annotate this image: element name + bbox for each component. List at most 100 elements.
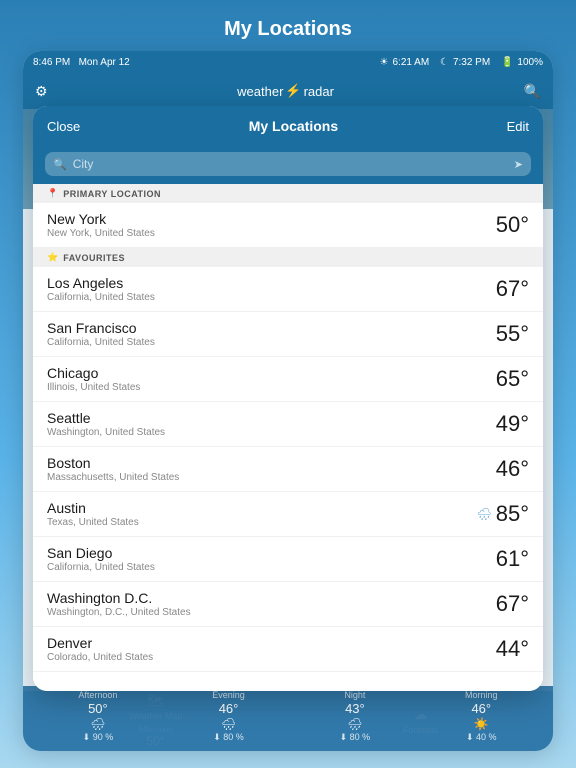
favourites-section-header: ⭐ FAVOURITES xyxy=(33,248,543,267)
location-name-1: San Francisco xyxy=(47,320,155,336)
primary-section-label: PRIMARY LOCATION xyxy=(63,189,161,199)
location-temp-area-4: 46° xyxy=(496,456,529,482)
modal-header: Close My Locations Edit xyxy=(33,106,543,146)
search-icon[interactable]: 🔍 xyxy=(524,83,541,100)
location-name-5: Austin xyxy=(47,500,139,516)
device-frame: 8:46 PM Mon Apr 12 ☀ 6:21 AM ☾ 7:32 PM 🔋… xyxy=(23,51,553,751)
forecast-afternoon-icon: 🌧 xyxy=(90,717,105,731)
forecast-morning: Morning 46° ☀️ ⬇ 40 % xyxy=(465,690,498,743)
sunrise-icon: ☀ xyxy=(380,57,389,68)
status-right: ☀ 6:21 AM ☾ 7:32 PM 🔋 100% xyxy=(380,57,543,68)
sunset-icon: ☾ xyxy=(440,57,449,68)
location-row-los-angeles[interactable]: Los Angeles California, United States 67… xyxy=(33,267,543,312)
forecast-evening-icon: 🌧 xyxy=(221,717,236,731)
location-row-washington-d.c.[interactable]: Washington D.C. Washington, D.C., United… xyxy=(33,582,543,627)
forecast-night-icon: 🌧 xyxy=(347,717,362,731)
forecast-morning-icon: ☀️ xyxy=(474,717,489,731)
location-temp-1: 55° xyxy=(496,321,529,347)
location-info-0: Los Angeles California, United States xyxy=(47,275,155,303)
location-info-5: Austin Texas, United States xyxy=(47,500,139,528)
status-bar: 8:46 PM Mon Apr 12 ☀ 6:21 AM ☾ 7:32 PM 🔋… xyxy=(23,51,553,73)
location-temp-area-3: 49° xyxy=(496,411,529,437)
location-row-denver[interactable]: Denver Colorado, United States 44° xyxy=(33,627,543,672)
location-temp-area-2: 65° xyxy=(496,366,529,392)
forecast-items-row: Afternoon 50° 🌧 ⬇ 90 % Evening 46° 🌧 ⬇ 8… xyxy=(31,690,545,743)
location-temp-area-7: 67° xyxy=(496,591,529,617)
location-temp-area-8: 44° xyxy=(496,636,529,662)
location-temp-area-1: 55° xyxy=(496,321,529,347)
location-info-2: Chicago Illinois, United States xyxy=(47,365,140,393)
location-sub-3: Washington, United States xyxy=(47,427,165,438)
location-sub-4: Massachusetts, United States xyxy=(47,472,179,483)
edit-button[interactable]: Edit xyxy=(507,119,529,134)
location-sub-5: Texas, United States xyxy=(47,517,139,528)
location-name-0: Los Angeles xyxy=(47,275,155,291)
location-info-6: San Diego California, United States xyxy=(47,545,155,573)
location-row-new-york[interactable]: New York New York, United States 50° xyxy=(33,203,543,248)
location-name-new-york: New York xyxy=(47,211,155,227)
location-sub-1: California, United States xyxy=(47,337,155,348)
battery-icon: 🔋 xyxy=(501,57,513,68)
forecast-night: Night 43° 🌧 ⬇ 80 % xyxy=(340,690,371,743)
search-send-icon[interactable]: ➤ xyxy=(514,158,523,171)
app-logo: weather⚡radar xyxy=(237,83,334,99)
app-header: ⚙ weather⚡radar 🔍 xyxy=(23,73,553,109)
location-sub-2: Illinois, United States xyxy=(47,382,140,393)
star-icon: ⭐ xyxy=(47,252,58,263)
location-temp-3: 49° xyxy=(496,411,529,437)
location-name-7: Washington D.C. xyxy=(47,590,191,606)
location-row-san-diego[interactable]: San Diego California, United States 61° xyxy=(33,537,543,582)
location-temp-6: 61° xyxy=(496,546,529,572)
location-info-3: Seattle Washington, United States xyxy=(47,410,165,438)
forecast-afternoon: Afternoon 50° 🌧 ⬇ 90 % xyxy=(78,690,117,743)
location-temp-area-5: 🌧 85° xyxy=(476,501,529,527)
location-name-2: Chicago xyxy=(47,365,140,381)
location-temp-new-york: 50° xyxy=(496,212,529,238)
location-temp-area-6: 61° xyxy=(496,546,529,572)
location-temp-5: 85° xyxy=(496,501,529,527)
location-temp-area-0: 67° xyxy=(496,276,529,302)
precip-icon-5: 🌧 xyxy=(476,507,491,521)
favourites-section-label: FAVOURITES xyxy=(63,253,125,263)
locations-modal: Close My Locations Edit 🔍 ➤ 📍 PRIMARY LO… xyxy=(33,106,543,691)
location-row-austin[interactable]: Austin Texas, United States 🌧 85° xyxy=(33,492,543,537)
locations-list: 📍 PRIMARY LOCATION New York New York, Un… xyxy=(33,184,543,691)
forecast-evening: Evening 46° 🌧 ⬇ 80 % xyxy=(212,690,245,743)
forecast-bar: Afternoon 50° 🌧 ⬇ 90 % Evening 46° 🌧 ⬇ 8… xyxy=(23,686,553,751)
location-sub-8: Colorado, United States xyxy=(47,652,153,663)
location-info-4: Boston Massachusetts, United States xyxy=(47,455,179,483)
location-name-4: Boston xyxy=(47,455,179,471)
location-row-chicago[interactable]: Chicago Illinois, United States 65° xyxy=(33,357,543,402)
location-temp-7: 67° xyxy=(496,591,529,617)
city-search-input[interactable] xyxy=(73,157,508,171)
search-bar-icon: 🔍 xyxy=(53,158,67,171)
location-sub-6: California, United States xyxy=(47,562,155,573)
modal-title: My Locations xyxy=(249,118,338,134)
settings-icon[interactable]: ⚙ xyxy=(35,83,48,100)
location-info-8: Denver Colorado, United States xyxy=(47,635,153,663)
primary-section-header: 📍 PRIMARY LOCATION xyxy=(33,184,543,203)
close-button[interactable]: Close xyxy=(47,119,80,134)
status-time: 8:46 PM Mon Apr 12 xyxy=(33,57,130,68)
modal-search-area: 🔍 ➤ xyxy=(33,146,543,184)
location-temp-8: 44° xyxy=(496,636,529,662)
location-temp-4: 46° xyxy=(496,456,529,482)
location-row-san-francisco[interactable]: San Francisco California, United States … xyxy=(33,312,543,357)
location-sub-0: California, United States xyxy=(47,292,155,303)
location-row-seattle[interactable]: Seattle Washington, United States 49° xyxy=(33,402,543,447)
location-name-3: Seattle xyxy=(47,410,165,426)
location-name-6: San Diego xyxy=(47,545,155,561)
location-row-boston[interactable]: Boston Massachusetts, United States 46° xyxy=(33,447,543,492)
search-bar[interactable]: 🔍 ➤ xyxy=(45,152,531,176)
location-info-1: San Francisco California, United States xyxy=(47,320,155,348)
location-sub-new-york: New York, United States xyxy=(47,228,155,239)
location-info-7: Washington D.C. Washington, D.C., United… xyxy=(47,590,191,618)
lightning-icon: ⚡ xyxy=(285,83,301,99)
location-pin-icon: 📍 xyxy=(47,188,58,199)
favourites-container: Los Angeles California, United States 67… xyxy=(33,267,543,672)
location-name-8: Denver xyxy=(47,635,153,651)
location-temp-2: 65° xyxy=(496,366,529,392)
location-temp-0: 67° xyxy=(496,276,529,302)
page-title: My Locations xyxy=(224,18,352,41)
location-sub-7: Washington, D.C., United States xyxy=(47,607,191,618)
